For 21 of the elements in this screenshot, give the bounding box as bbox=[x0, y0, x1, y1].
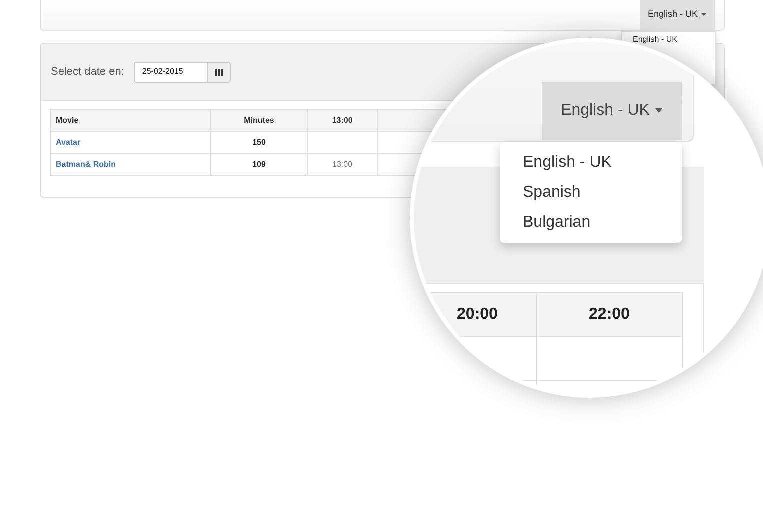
calendar-button[interactable] bbox=[208, 62, 232, 82]
column-header: Movie bbox=[50, 110, 211, 132]
column-header: 22:00 bbox=[536, 292, 682, 336]
table-cell: 150 bbox=[210, 132, 308, 154]
caret-icon bbox=[654, 108, 663, 114]
movie-link[interactable]: Batman& Robin bbox=[50, 154, 211, 176]
table-cell: 109 bbox=[210, 154, 308, 176]
menu-item[interactable]: Bulgarian bbox=[500, 211, 682, 241]
language-dropdown-button[interactable]: English - UK bbox=[542, 82, 682, 140]
column-header: Minutes bbox=[210, 110, 308, 132]
caret-icon bbox=[701, 13, 707, 16]
menu-item[interactable]: Spanish bbox=[500, 181, 682, 211]
table-cell: 13:00 bbox=[308, 154, 378, 176]
calendar-icon bbox=[215, 68, 224, 76]
menu-item[interactable]: English - UK bbox=[500, 151, 682, 181]
movie-link[interactable]: Avatar bbox=[50, 132, 211, 154]
menu-item[interactable]: English - UK bbox=[633, 36, 678, 44]
column-header: 13:00 bbox=[308, 110, 378, 132]
date-label: Select date en: bbox=[51, 64, 124, 80]
date-field[interactable]: 25-02-2015 bbox=[134, 62, 208, 82]
language-dropdown-button[interactable]: English - UK bbox=[640, 0, 715, 30]
